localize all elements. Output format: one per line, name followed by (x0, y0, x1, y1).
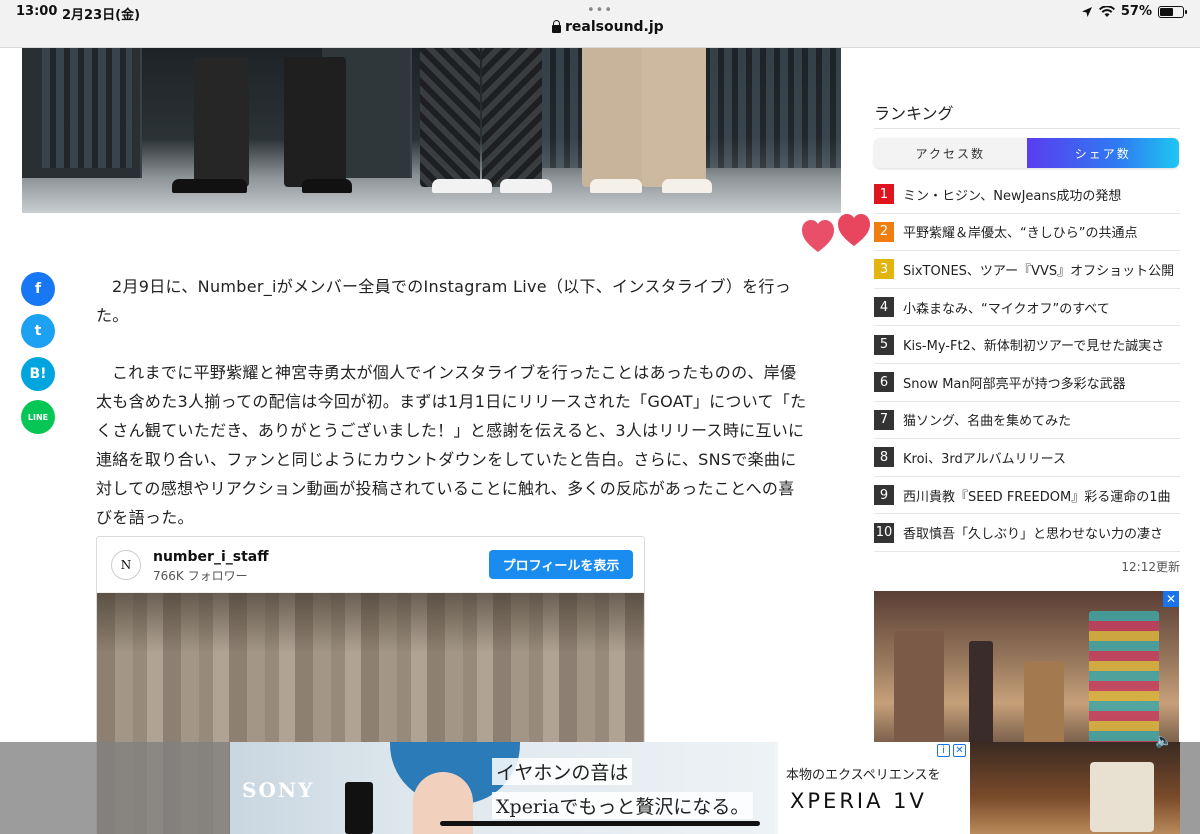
ranking-title-text: Kis-My-Ft2、新体制初ツアーで見せた誠実さ (903, 339, 1165, 355)
ad-headline: イヤホンの音は (492, 758, 633, 785)
line-share-button[interactable]: LINE (21, 400, 55, 434)
tab-access-count[interactable]: アクセス数 (874, 138, 1027, 168)
lock-icon (552, 20, 561, 33)
home-indicator[interactable] (440, 821, 760, 826)
speaker-icon[interactable]: 🔈 (1155, 733, 1172, 749)
ad-brand: SONY (242, 778, 315, 802)
ranking-title-text: 平野紫耀＆岸優太、“きしひら”の共通点 (903, 226, 1138, 242)
battery-percent: 57% (1120, 4, 1152, 19)
article-paragraph: これまでに平野紫耀と神宮寺勇太が個人でインスタライブを行ったことはあったものの、… (96, 363, 807, 527)
status-date: 2月23日(金) (62, 8, 141, 23)
ranking-item[interactable]: 4 小森まなみ、“マイクオフ”のすべて (874, 289, 1180, 327)
ranking-title-text: ミン・ヒジン、NewJeans成功の発想 (903, 188, 1122, 204)
video-ad[interactable]: ✕ (874, 591, 1179, 751)
location-icon (1081, 6, 1092, 17)
heart-icon (802, 214, 870, 252)
instagram-followers: 766K フォロワー (153, 569, 248, 583)
address-bar[interactable]: realsound.jp (552, 19, 664, 35)
ranking-title: ランキング (874, 100, 1179, 129)
ranking-item[interactable]: 6 Snow Man阿部亮平が持つ多彩な武器 (874, 364, 1180, 402)
ranking-number: 7 (874, 409, 894, 430)
ranking-title-text: Snow Man阿部亮平が持つ多彩な武器 (903, 376, 1126, 392)
ranking-item[interactable]: 9 西川貴教『SEED FREEDOM』彩る運命の1曲 (874, 477, 1180, 515)
instagram-username[interactable]: number_i_staff (153, 549, 269, 565)
ranking-title-text: 香取慎吾「久しぶり」と思わせない力の凄さ (903, 527, 1164, 543)
twitter-share-button[interactable]: t (21, 314, 55, 348)
ranking-title-text: 西川貴教『SEED FREEDOM』彩る運命の1曲 (903, 489, 1171, 505)
ad-headline: Xperiaでもっと贅沢になる。 (492, 792, 754, 819)
ranking-title-text: Kroi、3rdアルバムリリース (903, 451, 1067, 467)
article-paragraph: 2月9日に、Number_iがメンバー全員でのInstagram Live（以下… (96, 277, 792, 325)
tab-share-count[interactable]: シェア数 (1026, 138, 1179, 168)
instagram-header: N number_i_staff 766K フォロワー プロフィールを表示 (97, 537, 644, 593)
ranking-title-text: 小森まなみ、“マイクオフ”のすべて (903, 301, 1110, 317)
facebook-share-button[interactable]: f (21, 272, 55, 306)
phone-image (345, 782, 373, 834)
ranking-number: 10 (874, 522, 894, 543)
multitasking-dots[interactable]: ••• (587, 3, 613, 18)
article-hero-image (22, 48, 841, 213)
ranking-number: 4 (874, 297, 894, 318)
ranking-number: 3 (874, 259, 894, 280)
ranking-list: 1 ミン・ヒジン、NewJeans成功の発想 2 平野紫耀＆岸優太、“きしひら”の共通… (874, 176, 1180, 552)
ranking-updated-time: 12:12更新 (1121, 560, 1180, 574)
view-profile-button[interactable]: プロフィールを表示 (489, 550, 633, 579)
ranking-item[interactable]: 7 猫ソング、名曲を集めてみた (874, 402, 1180, 440)
ranking-title-text: 猫ソング、名曲を集めてみた (903, 414, 1072, 430)
battery-icon (1158, 5, 1187, 18)
ranking-item[interactable]: 3 SixTONES、ツアー『VVS』オフショット公開 (874, 251, 1180, 289)
ranking-title-text: SixTONES、ツアー『VVS』オフショット公開 (903, 263, 1175, 279)
wifi-icon (1098, 5, 1115, 17)
hatena-share-button[interactable]: B! (21, 357, 55, 391)
instagram-avatar[interactable]: N (111, 550, 141, 580)
url-text: realsound.jp (565, 19, 664, 35)
ranking-tabs: アクセス数 シェア数 (874, 138, 1179, 168)
video-ad-lower (970, 742, 1180, 834)
ranking-number: 9 (874, 485, 894, 506)
ad-tagline: 本物のエクスペリエンスを (786, 768, 941, 783)
info-icon[interactable]: i (937, 744, 950, 757)
status-bar: 13:00 2月23日(金) ••• realsound.jp 57% (0, 0, 1200, 48)
status-icons: 57% (1081, 4, 1187, 19)
close-icon[interactable]: ✕ (1163, 591, 1179, 607)
ranking-item[interactable]: 8 Kroi、3rdアルバムリリース (874, 439, 1180, 477)
ranking-item[interactable]: 10 香取慎吾「久しぶり」と思わせない力の凄さ (874, 514, 1180, 552)
ad-choices: i ✕ (937, 744, 966, 757)
ranking-number: 8 (874, 447, 894, 468)
ad-product: XPERIA 1V (790, 789, 927, 813)
ranking-number: 2 (874, 221, 894, 242)
ranking-item[interactable]: 1 ミン・ヒジン、NewJeans成功の発想 (874, 176, 1180, 214)
ranking-item[interactable]: 5 Kis-My-Ft2、新体制初ツアーで見せた誠実さ (874, 326, 1180, 364)
ranking-number: 6 (874, 372, 894, 393)
status-time: 13:00 (16, 4, 58, 19)
ranking-number: 5 (874, 334, 894, 355)
ranking-number: 1 (874, 184, 894, 205)
battery-level (1160, 7, 1173, 16)
article-body: 2月9日に、Number_iがメンバー全員でのInstagram Live（以下… (96, 272, 808, 560)
close-icon[interactable]: ✕ (953, 744, 966, 757)
ranking-item[interactable]: 2 平野紫耀＆岸優太、“きしひら”の共通点 (874, 214, 1180, 252)
